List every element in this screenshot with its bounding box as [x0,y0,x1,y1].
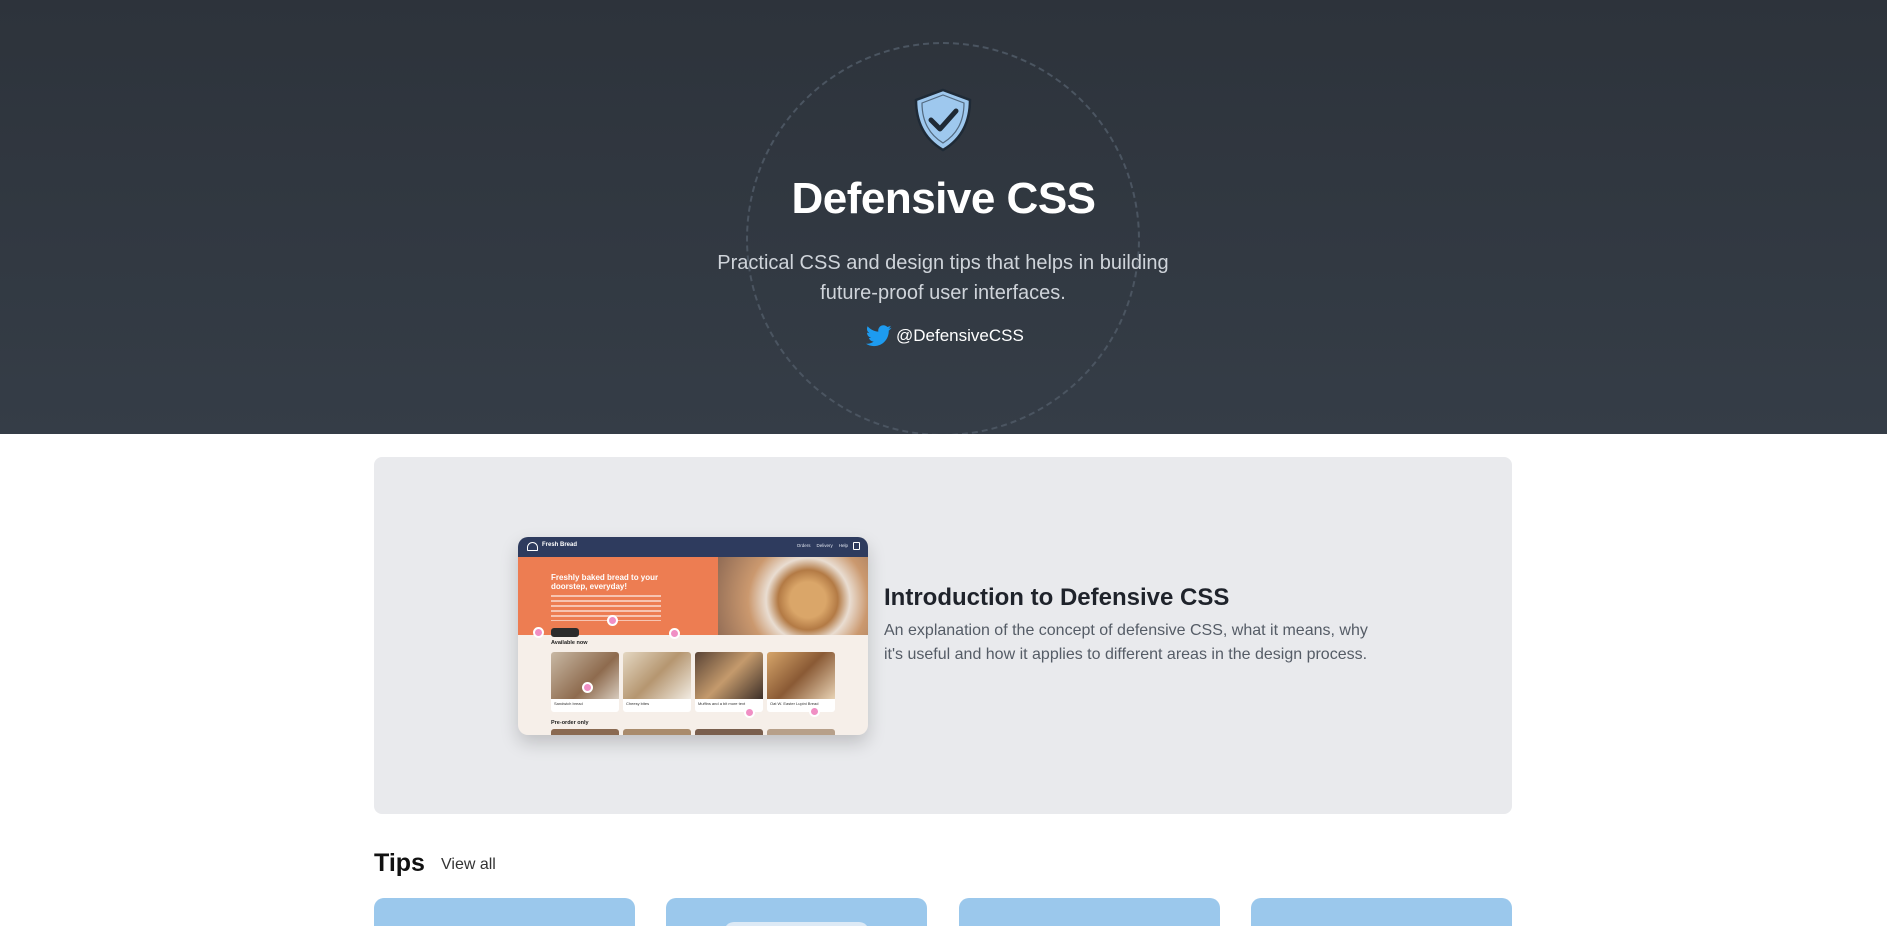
annotation-dot [744,707,755,718]
page-title: Defensive CSS [791,174,1096,223]
thumbnail-navbar: Fresh Bread Orders Delivery Help [518,537,868,557]
twitter-bird-icon [866,325,892,347]
annotation-dot [533,627,544,638]
thumbnail-nav-link: Delivery [816,543,833,548]
thumbnail-paragraph [551,595,661,621]
intro-description: An explanation of the concept of defensi… [884,622,1368,663]
thumbnail-brand: Fresh Bread [542,542,578,548]
thumbnail-signup-pill [551,628,579,637]
thumbnail-section-preorder: Pre-order only [551,720,589,726]
intro-title[interactable]: Introduction to Defensive CSS [884,584,1229,612]
thumbnail-headline: Freshly baked bread to your doorstep, ev… [551,573,659,591]
hero-description: Practical CSS and design tips that helps… [717,252,1169,304]
bread-logo-icon [527,542,538,551]
annotation-dot [582,682,593,693]
thumbnail-product-next [551,729,619,735]
shield-check-icon [914,88,972,152]
thumbnail-bread-photo [718,557,868,635]
twitter-handle: @DefensiveCSS [896,326,1024,345]
thumbnail-product: Oat W. Easter Lupini Bread [767,652,835,712]
cart-icon [853,542,860,550]
tips-heading: Tips [374,849,425,877]
thumbnail-nav-links: Orders Delivery Help [797,543,848,548]
thumbnail-product: Muffins and a bit more text [695,652,763,712]
tip-card[interactable] [374,898,635,926]
thumbnail-product: Cheesy bites [623,652,691,712]
thumbnail-product-next [623,729,691,735]
tip-card[interactable] [1251,898,1512,926]
tip-card[interactable] [959,898,1220,926]
thumbnail-product-next [767,729,835,735]
hero-section: Defensive CSS Practical CSS and design t… [0,0,1887,434]
twitter-link[interactable]: @DefensiveCSS [866,322,1024,350]
annotation-dot [607,615,618,626]
intro-thumbnail[interactable]: Fresh Bread Orders Delivery Help Freshly… [518,537,868,735]
annotation-dot [669,628,680,639]
annotation-dot [809,706,820,717]
thumbnail-section-available: Available now [551,640,588,646]
tip-card-preview [724,922,869,926]
intro-card[interactable]: Fresh Bread Orders Delivery Help Freshly… [374,457,1512,814]
view-all-link[interactable]: View all [441,856,496,874]
thumbnail-nav-link: Help [838,543,848,548]
thumbnail-product-next [695,729,763,735]
tip-card[interactable] [666,898,927,926]
thumbnail-nav-link: Orders [796,543,811,548]
